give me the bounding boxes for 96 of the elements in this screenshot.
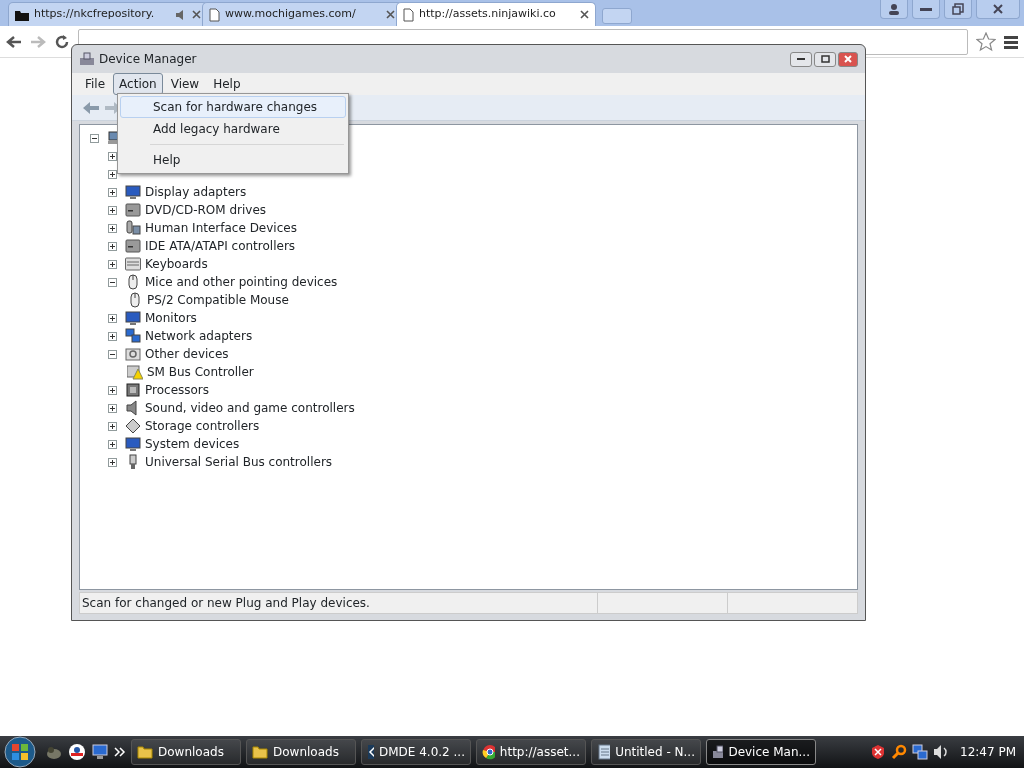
maximize-button[interactable] bbox=[814, 51, 836, 67]
desktop-icon[interactable] bbox=[91, 743, 109, 761]
expander-icon[interactable] bbox=[108, 169, 117, 179]
expander-icon[interactable] bbox=[108, 187, 117, 197]
close-icon[interactable] bbox=[386, 10, 395, 19]
expander-icon[interactable] bbox=[108, 313, 117, 323]
minimize-button[interactable] bbox=[790, 51, 812, 67]
maximize-icon bbox=[820, 55, 830, 63]
status-text: Scan for changed or new Plug and Play devices. bbox=[81, 595, 371, 612]
menu-item[interactable]: Action bbox=[113, 73, 163, 95]
expander-icon[interactable] bbox=[108, 403, 117, 413]
tree-item[interactable]: Processors bbox=[145, 381, 210, 399]
folder-icon bbox=[137, 744, 153, 760]
taskbar-button[interactable]: Device Man... bbox=[706, 739, 816, 765]
menu-item[interactable]: Help bbox=[120, 149, 346, 171]
unknown-device-icon bbox=[125, 346, 141, 362]
monitor-icon bbox=[125, 436, 141, 452]
tree-item[interactable]: Display adapters bbox=[145, 183, 247, 201]
expander-icon[interactable] bbox=[108, 259, 117, 269]
expander-icon[interactable] bbox=[108, 331, 117, 341]
window-title: Device Manager bbox=[99, 51, 197, 68]
expander-icon[interactable] bbox=[108, 349, 117, 359]
folder-icon bbox=[252, 744, 268, 760]
minimize-button[interactable] bbox=[912, 0, 940, 19]
taskbar-button[interactable]: Downloads bbox=[246, 739, 356, 765]
back-icon[interactable] bbox=[6, 34, 22, 49]
warning-icon bbox=[127, 364, 143, 380]
keyboard-icon bbox=[125, 256, 141, 272]
menu-item[interactable]: File bbox=[79, 73, 112, 95]
expander-icon[interactable] bbox=[108, 223, 117, 233]
taskbar-button[interactable]: DMDE 4.0.2 ... bbox=[361, 739, 471, 765]
expander-icon[interactable] bbox=[90, 133, 99, 143]
expander-icon[interactable] bbox=[108, 385, 117, 395]
network-icon bbox=[125, 328, 141, 344]
device-manager-icon bbox=[79, 52, 95, 66]
tree-item[interactable]: DVD/CD-ROM drives bbox=[145, 201, 267, 219]
tree-item[interactable]: Other devices bbox=[145, 345, 229, 363]
tree-item[interactable]: SM Bus Controller bbox=[147, 363, 254, 381]
taskbar-button[interactable]: Downloads bbox=[131, 739, 241, 765]
clock[interactable]: 12:47 PM bbox=[960, 743, 1016, 761]
tree-item[interactable]: Universal Serial Bus controllers bbox=[145, 453, 333, 471]
tree-item[interactable]: System devices bbox=[145, 435, 240, 453]
expander-icon[interactable] bbox=[108, 421, 117, 431]
chip-icon bbox=[125, 382, 141, 398]
minimize-icon bbox=[920, 7, 932, 11]
shield-icon[interactable] bbox=[870, 744, 886, 760]
tree-item[interactable]: PS/2 Compatible Mouse bbox=[147, 291, 289, 309]
tree-item[interactable]: IDE ATA/ATAPI controllers bbox=[145, 237, 296, 255]
badge-icon[interactable] bbox=[68, 743, 86, 761]
drive-icon bbox=[125, 202, 141, 218]
browser-icon bbox=[482, 744, 495, 760]
device-manager-icon bbox=[712, 744, 724, 760]
tree-item[interactable]: Mice and other pointing devices bbox=[145, 273, 338, 291]
tree-item[interactable]: Monitors bbox=[145, 309, 197, 327]
close-icon[interactable] bbox=[580, 10, 589, 19]
expander-icon[interactable] bbox=[108, 457, 117, 467]
volume-icon[interactable] bbox=[933, 744, 949, 760]
menu-item[interactable]: Help bbox=[207, 73, 247, 95]
notepad-icon bbox=[597, 744, 611, 760]
close-icon bbox=[844, 55, 852, 63]
restore-button[interactable] bbox=[944, 0, 972, 19]
close-button[interactable] bbox=[976, 0, 1020, 19]
mouse-icon bbox=[125, 274, 141, 290]
menu-icon[interactable] bbox=[1004, 34, 1018, 49]
tree-item[interactable]: Network adapters bbox=[145, 327, 253, 345]
chevron-icon[interactable] bbox=[114, 747, 126, 757]
device-icon bbox=[125, 220, 141, 236]
restore-icon bbox=[952, 3, 964, 15]
menu-item[interactable]: View bbox=[164, 73, 206, 95]
expander-icon[interactable] bbox=[108, 205, 117, 215]
reload-icon[interactable] bbox=[54, 33, 70, 50]
menu-item[interactable]: Add legacy hardware bbox=[120, 118, 346, 140]
close-button[interactable] bbox=[838, 51, 858, 67]
close-icon[interactable] bbox=[192, 10, 201, 19]
monitor-icon bbox=[125, 184, 141, 200]
folder-icon bbox=[15, 8, 29, 21]
close-icon bbox=[992, 3, 1004, 15]
expander-icon[interactable] bbox=[108, 439, 117, 449]
expander-icon[interactable] bbox=[108, 277, 117, 287]
tree-item[interactable]: Storage controllers bbox=[145, 417, 260, 435]
taskbar-button[interactable]: Untitled - N... bbox=[591, 739, 701, 765]
mouse-icon bbox=[127, 292, 143, 308]
tree-item[interactable]: Sound, video and game controllers bbox=[145, 399, 355, 417]
menu-item[interactable]: Scan for hardware changes bbox=[120, 96, 346, 118]
storage-icon bbox=[125, 418, 141, 434]
expander-icon[interactable] bbox=[108, 241, 117, 251]
tree-item[interactable]: Keyboards bbox=[145, 255, 208, 273]
taskbar-button[interactable]: http://asset... bbox=[476, 739, 586, 765]
search-icon[interactable] bbox=[891, 744, 907, 760]
monitor-icon bbox=[125, 310, 141, 326]
drive-icon bbox=[125, 238, 141, 254]
browser-tab[interactable]: http://assets.ninjawiki.co bbox=[396, 2, 596, 26]
network-icon[interactable] bbox=[912, 744, 928, 760]
tree-item[interactable]: Human Interface Devices bbox=[145, 219, 297, 237]
star-icon[interactable] bbox=[976, 31, 996, 52]
user-icon[interactable] bbox=[880, 0, 908, 19]
